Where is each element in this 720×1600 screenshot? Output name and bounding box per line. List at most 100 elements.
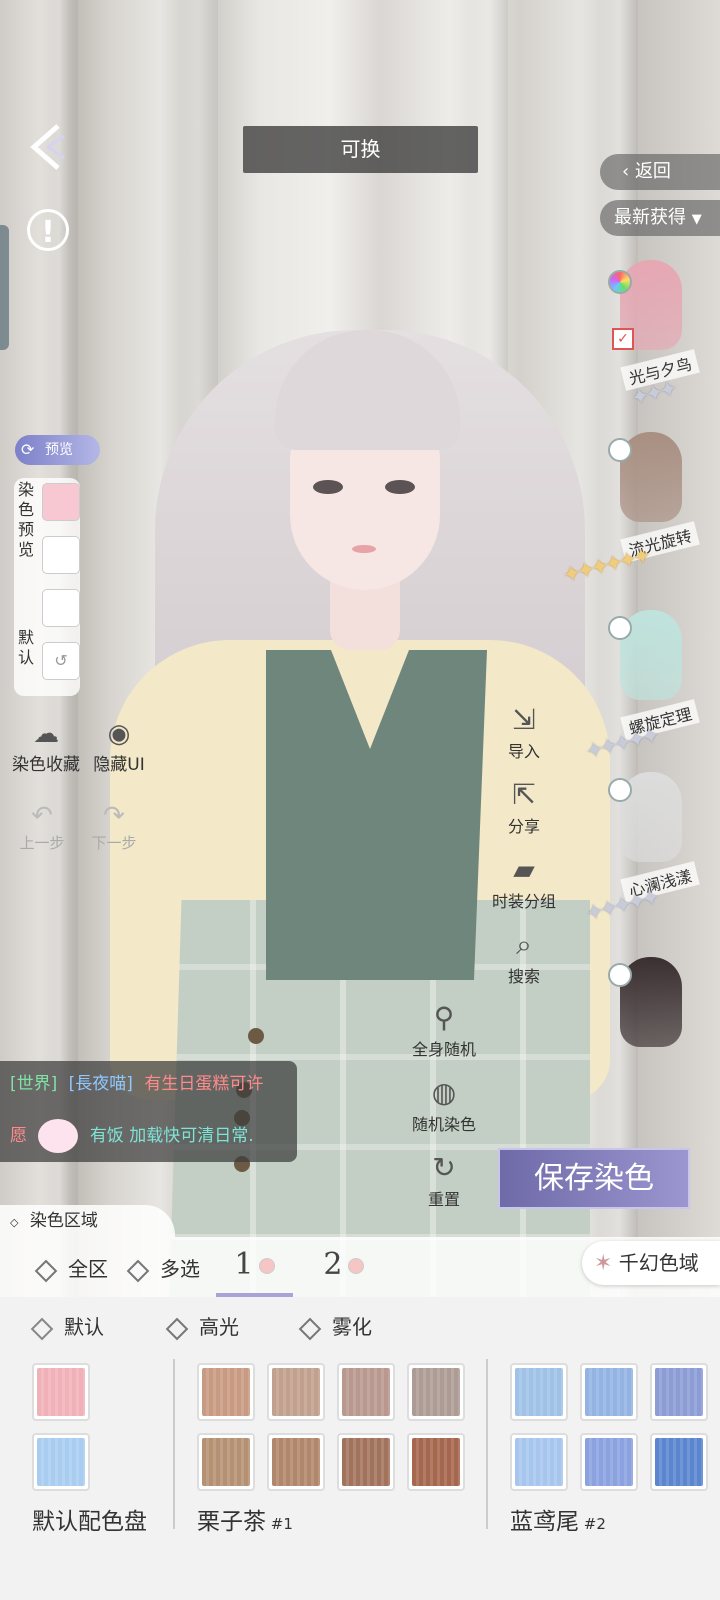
color-swatch[interactable]: [197, 1433, 255, 1491]
shirt-slot-2-icon[interactable]: [42, 536, 80, 574]
swatch-fill: [655, 1368, 703, 1416]
dye-favorite-label: 染色收藏: [12, 755, 80, 775]
color-swatch[interactable]: [337, 1433, 395, 1491]
color-swatch[interactable]: [267, 1433, 325, 1491]
hide-ui-button[interactable]: ◉ 隐藏UI: [84, 718, 154, 775]
hair-item[interactable]: [608, 430, 696, 530]
palette-panel: 默认 高光 雾化 默认配色盘 栗子茶 #1 蓝鸢尾 #2: [0, 1297, 720, 1600]
color-swatch[interactable]: [407, 1433, 465, 1491]
chevron-left-icon: ‹: [622, 161, 630, 182]
warning-icon[interactable]: !: [27, 209, 69, 251]
random-dye-button[interactable]: ◍ 随机染色: [404, 1075, 484, 1135]
chat-sticker-icon: [38, 1119, 79, 1153]
share-button[interactable]: ⇱ 分享: [484, 777, 564, 837]
dye-slot-1-number: 1: [234, 1247, 254, 1282]
shirt-slot-3-icon[interactable]: [42, 589, 80, 627]
reset-shirt-icon[interactable]: ↺: [42, 642, 80, 680]
swatch-fill: [515, 1368, 563, 1416]
return-button[interactable]: ‹ 返回: [600, 154, 720, 190]
undo-label: 上一步: [19, 834, 65, 852]
diamond-checkbox-icon: [126, 1259, 150, 1282]
dye-region-tabs: 全区 多选 1 2 ✶ 千幻色域: [0, 1237, 720, 1297]
back-arrow-icon[interactable]: [28, 122, 68, 172]
tab-all-region[interactable]: 全区: [34, 1253, 108, 1282]
swatch-fill: [342, 1438, 390, 1486]
palette-name: 蓝鸢尾 #2: [510, 1502, 606, 1536]
color-swatch[interactable]: [510, 1433, 568, 1491]
dye-available-icon: [608, 616, 632, 640]
diamond-icon: ◇: [10, 1216, 19, 1229]
color-swatch[interactable]: [32, 1363, 90, 1421]
hair-item[interactable]: [608, 770, 696, 870]
mode-highlight[interactable]: 高光: [165, 1311, 239, 1340]
color-swatch[interactable]: [580, 1363, 638, 1421]
dye-available-icon: [608, 438, 632, 462]
tab-multi-label: 多选: [160, 1257, 200, 1281]
preview-label: 预览: [45, 442, 73, 458]
checked-diamond-icon: [30, 1317, 54, 1340]
reset-icon: ↻: [432, 1151, 456, 1184]
color-swatch[interactable]: [580, 1433, 638, 1491]
reset-button[interactable]: ↻ 重置: [404, 1150, 484, 1210]
chat-channel: [世界]: [10, 1074, 58, 1094]
swatch-fill: [412, 1368, 460, 1416]
mode-highlight-label: 高光: [199, 1315, 239, 1339]
drawer-handle[interactable]: [0, 225, 9, 350]
swatch-fill: [585, 1368, 633, 1416]
slot-color-dot: [347, 1258, 364, 1274]
color-swatch[interactable]: [267, 1363, 325, 1421]
chat-box[interactable]: [世界] [長夜喵] 有生日蛋糕可许 愿 有饭 加载快可清日常.: [0, 1061, 297, 1162]
preview-toggle[interactable]: ⟳ 预览: [15, 435, 100, 465]
undo-button[interactable]: ↶ 上一步: [12, 800, 72, 853]
hair-item[interactable]: [608, 608, 696, 708]
preview-icon: ⟳: [21, 440, 35, 459]
swatch-fill: [272, 1438, 320, 1486]
hide-ui-label: 隐藏UI: [93, 755, 145, 775]
color-swatch[interactable]: [197, 1363, 255, 1421]
color-swatch[interactable]: [510, 1363, 568, 1421]
mode-fog[interactable]: 雾化: [298, 1311, 372, 1340]
search-button[interactable]: ⌕ 搜索: [484, 927, 564, 987]
swatch-fill: [655, 1438, 703, 1486]
palette-code: #2: [579, 1515, 606, 1533]
color-swatch[interactable]: [650, 1363, 708, 1421]
dye-favorite-button[interactable]: ☁ 染色收藏: [6, 718, 86, 775]
divider: [173, 1359, 175, 1529]
outfit-group-button[interactable]: ▰ 时装分组: [484, 852, 564, 912]
dropdown-arrow-icon: ▼: [691, 212, 702, 227]
lips: [352, 545, 376, 553]
sort-filter-dropdown[interactable]: 最新获得 ▼: [600, 200, 720, 236]
save-dye-button[interactable]: 保存染色: [498, 1148, 690, 1209]
chat-message-prefix: 愿: [10, 1126, 27, 1146]
color-swatch[interactable]: [407, 1363, 465, 1421]
mode-default[interactable]: 默认: [30, 1311, 104, 1340]
color-swatch[interactable]: [32, 1433, 90, 1491]
fantasy-color-button[interactable]: ✶ 千幻色域: [582, 1241, 720, 1285]
color-swatch[interactable]: [337, 1363, 395, 1421]
hair-item[interactable]: ✓: [608, 258, 696, 358]
sort-filter-label: 最新获得: [614, 207, 686, 228]
outfit-group-label: 时装分组: [491, 892, 556, 911]
swatch-fill: [202, 1438, 250, 1486]
redo-button[interactable]: ↷ 下一步: [84, 800, 144, 853]
swatch-fill: [272, 1368, 320, 1416]
dye-screen: ! 可换 ‹ 返回 最新获得 ▼ ✓ 光与夕鸟 ✦✦✦ 流光旋转 ✦✦✦✦✦✦ 螺旋定理 ✦…: [0, 0, 720, 1600]
import-button[interactable]: ⇲ 导入: [484, 702, 564, 762]
dye-wheel-icon: [608, 270, 632, 294]
favorite-icon: ☁: [33, 719, 59, 749]
dye-slot-2[interactable]: 2: [305, 1237, 382, 1297]
shirt-slot-1-icon[interactable]: [42, 483, 80, 521]
diamond-checkbox-icon: [165, 1317, 189, 1340]
mode-default-label: 默认: [64, 1315, 104, 1339]
swatch-fill: [342, 1368, 390, 1416]
dye-slot-1[interactable]: 1: [216, 1237, 293, 1297]
dye-preview-panel: 染色预览 默认 ↺: [14, 478, 80, 696]
random-outfit-button[interactable]: ⚲ 全身随机: [404, 1000, 484, 1060]
mode-fog-label: 雾化: [332, 1315, 372, 1339]
hair-item[interactable]: [608, 955, 696, 1055]
tab-multi-select[interactable]: 多选: [126, 1253, 200, 1282]
random-outfit-label: 全身随机: [411, 1040, 476, 1059]
color-swatch[interactable]: [650, 1433, 708, 1491]
share-icon: ⇱: [512, 778, 536, 811]
search-label: 搜索: [507, 967, 540, 986]
